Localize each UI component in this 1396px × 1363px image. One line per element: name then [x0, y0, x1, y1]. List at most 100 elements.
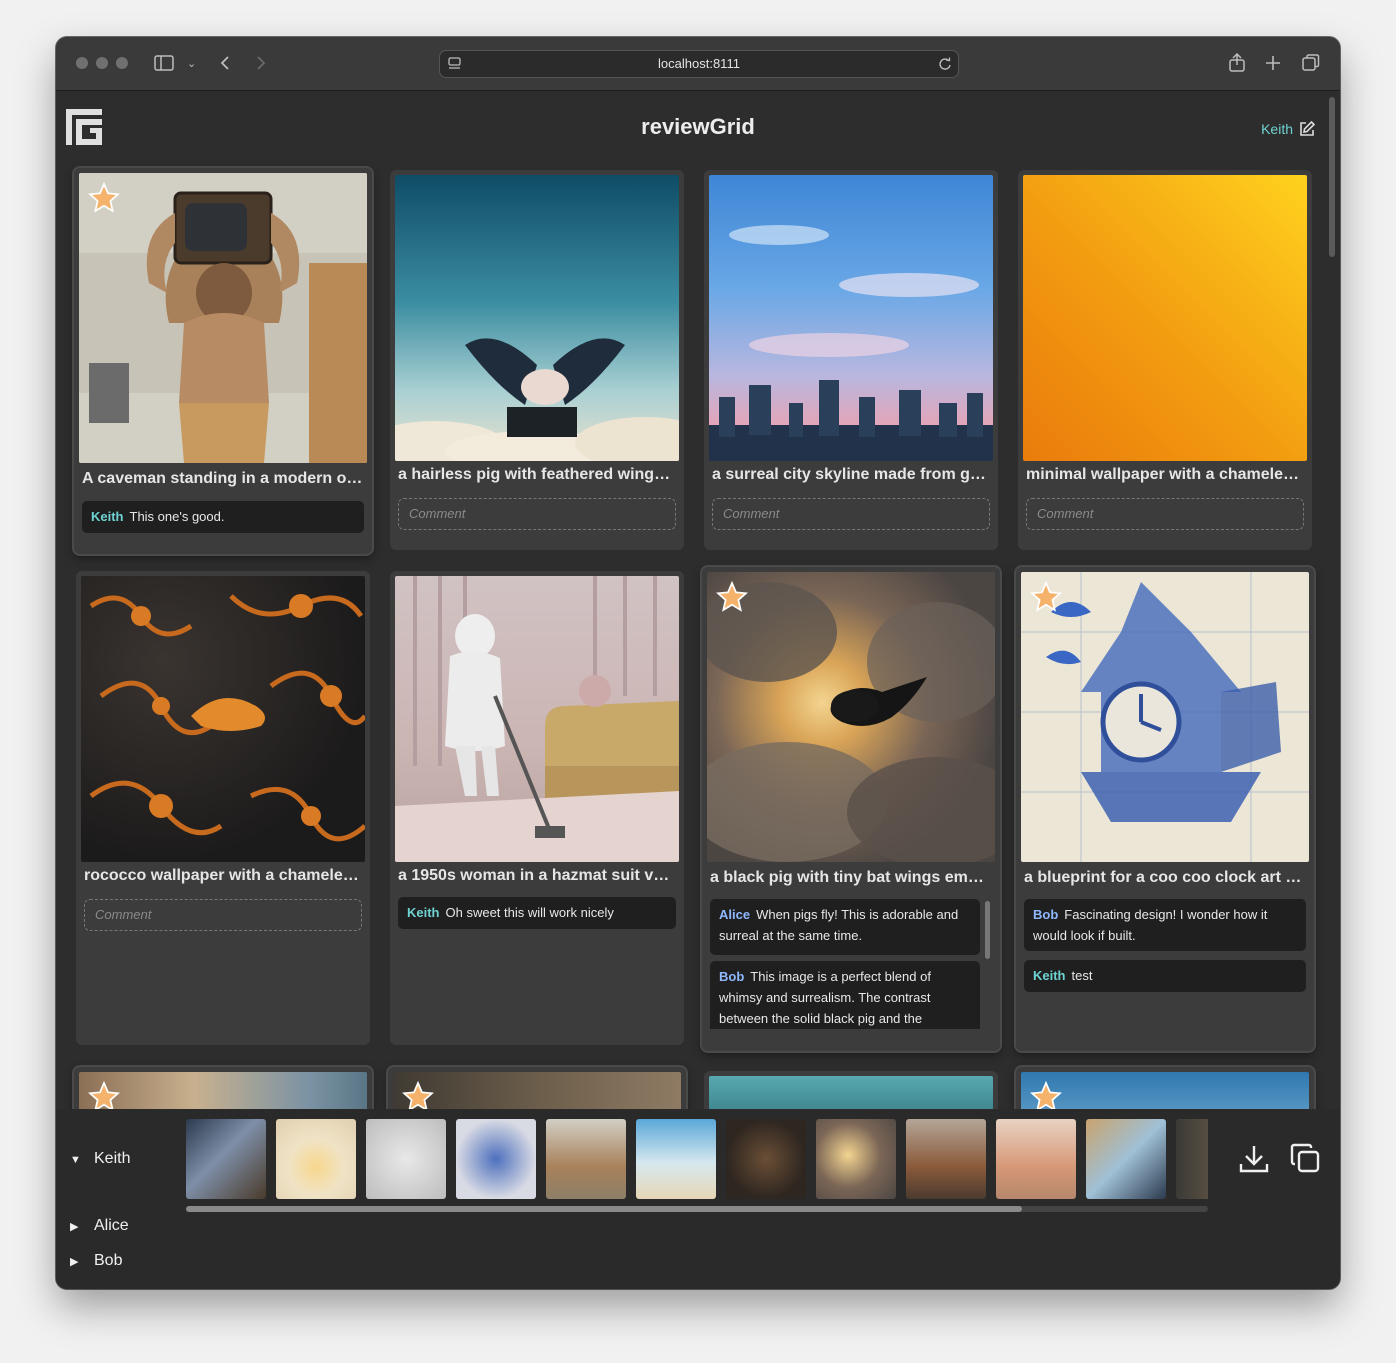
caret-right-icon[interactable]: ▶: [70, 1255, 94, 1268]
image-card[interactable]: a black pig with tiny bat wings emerging…: [702, 567, 1000, 1051]
url-text: localhost:8111: [658, 56, 740, 71]
favorite-thumbnail[interactable]: [186, 1119, 266, 1199]
card-caption: a 1950s woman in a hazmat suit vacuuming…: [398, 867, 676, 884]
chevron-down-icon[interactable]: ⌄: [187, 55, 196, 73]
favorite-thumbnail[interactable]: [276, 1119, 356, 1199]
comment: Bob This image is a perfect blend of whim…: [710, 961, 980, 1029]
comment-input[interactable]: Comment: [398, 498, 676, 530]
user-row-keith[interactable]: ▼ Keith: [70, 1150, 130, 1168]
image-card[interactable]: A caveman standing in a modern office ho…: [74, 168, 372, 554]
close-window-button[interactable]: [76, 57, 88, 69]
star-icon[interactable]: [1030, 581, 1062, 613]
browser-window: ⌄ localhost:8111 reviewGrid Keith A cave…: [56, 37, 1340, 1289]
comment-text: When pigs fly! This is adorable and surr…: [719, 907, 959, 943]
card-caption: a surreal city skyline made from giant r…: [712, 466, 990, 483]
edit-icon[interactable]: [1298, 120, 1316, 138]
favorite-thumbnail[interactable]: [996, 1119, 1076, 1199]
user-row-bob[interactable]: ▶ Bob: [70, 1252, 122, 1270]
caret-right-icon[interactable]: ▶: [70, 1220, 94, 1233]
tab-overview-icon[interactable]: [1302, 54, 1320, 72]
favorite-thumbnail[interactable]: [1086, 1119, 1166, 1199]
address-bar[interactable]: localhost:8111: [439, 50, 959, 78]
image-card[interactable]: a surreal city skyline made from giant r…: [704, 170, 998, 550]
comment: Keith Oh sweet this will work nicely: [398, 897, 676, 929]
user-name: Keith: [94, 1150, 131, 1167]
reload-icon[interactable]: [938, 57, 952, 71]
app-content: reviewGrid Keith A caveman standing in a…: [56, 91, 1340, 1289]
card-image[interactable]: [395, 576, 679, 862]
favorite-thumbnail[interactable]: [816, 1119, 896, 1199]
favorite-thumbnail[interactable]: [366, 1119, 446, 1199]
card-caption: A caveman standing in a modern office ho…: [82, 470, 364, 487]
caveman-image: [79, 173, 367, 463]
browser-toolbar: ⌄ localhost:8111: [56, 37, 1340, 91]
card-caption: a blueprint for a coo coo clock art piec…: [1024, 869, 1306, 886]
comment-input[interactable]: Comment: [1026, 498, 1304, 530]
comment: Keith This one's good.: [82, 501, 364, 533]
minimize-window-button[interactable]: [96, 57, 108, 69]
card-image[interactable]: [1023, 175, 1307, 461]
current-user-link[interactable]: Keith: [1261, 121, 1293, 137]
forward-icon[interactable]: [255, 55, 267, 71]
comment: Alice When pigs fly! This is adorable and…: [710, 899, 980, 955]
card-caption: minimal wallpaper with a chameleon on a …: [1026, 466, 1304, 483]
image-card[interactable]: a 1950s woman in a hazmat suit vacuuming…: [390, 571, 684, 1045]
sidebar-toggle-icon[interactable]: [154, 55, 174, 71]
winged-pig-image: [395, 338, 679, 461]
blueprint-clock-image: [1021, 572, 1309, 862]
card-caption: rococco wallpaper with a chameleon patte…: [84, 867, 362, 884]
card-image[interactable]: [81, 576, 365, 862]
new-tab-icon[interactable]: [1265, 55, 1281, 71]
comment: Bob Fascinating design! I wonder how it w…: [1024, 899, 1306, 951]
user-row-alice[interactable]: ▶ Alice: [70, 1217, 129, 1235]
app-title: reviewGrid: [641, 114, 755, 139]
card-image[interactable]: [1021, 572, 1309, 862]
star-icon[interactable]: [88, 182, 120, 214]
card-caption: a black pig with tiny bat wings emerging…: [710, 869, 992, 886]
comment-author: Keith: [1033, 968, 1066, 983]
comment-input[interactable]: Comment: [712, 498, 990, 530]
card-image[interactable]: [709, 175, 993, 461]
comment-author: Bob: [719, 969, 745, 984]
user-name: Alice: [94, 1217, 129, 1234]
favorites-strip[interactable]: [186, 1119, 1208, 1199]
favorite-thumbnail[interactable]: [636, 1119, 716, 1199]
favorite-thumbnail[interactable]: [906, 1119, 986, 1199]
image-card[interactable]: minimal wallpaper with a chameleon on a …: [1018, 170, 1312, 550]
favorite-thumbnail[interactable]: [1176, 1119, 1208, 1199]
comment-text: This image is a perfect blend of whimsy …: [719, 969, 931, 1026]
image-card[interactable]: a hairless pig with feathered wings flyi…: [390, 170, 684, 550]
favorites-scrollbar[interactable]: [186, 1206, 1208, 1212]
favorite-thumbnail[interactable]: [456, 1119, 536, 1199]
zoom-window-button[interactable]: [116, 57, 128, 69]
share-icon[interactable]: [1228, 53, 1246, 73]
download-icon[interactable]: [1237, 1142, 1271, 1176]
card-caption: a hairless pig with feathered wings flyi…: [398, 466, 676, 483]
star-icon[interactable]: [716, 581, 748, 613]
user-name: Bob: [94, 1252, 123, 1269]
card-image[interactable]: [79, 173, 367, 463]
card-image[interactable]: [395, 175, 679, 461]
page-scrollbar[interactable]: [1329, 97, 1335, 257]
comment-author: Alice: [719, 907, 751, 922]
comment-input[interactable]: Comment: [84, 899, 362, 931]
comments-scrollbar[interactable]: [985, 901, 990, 959]
card-image[interactable]: [707, 572, 995, 862]
favorite-thumbnail[interactable]: [546, 1119, 626, 1199]
favorites-scrollbar-thumb[interactable]: [186, 1206, 1022, 1212]
image-card[interactable]: a blueprint for a coo coo clock art piec…: [1016, 567, 1314, 1051]
comment-text: Oh sweet this will work nicely: [445, 905, 614, 920]
comment-text: test: [1071, 968, 1093, 983]
rococo-chameleon-image: [89, 594, 365, 842]
favorite-thumbnail[interactable]: [726, 1119, 806, 1199]
comments-list[interactable]: Alice When pigs fly! This is adorable and…: [710, 899, 992, 1029]
copy-icon[interactable]: [1289, 1142, 1323, 1176]
caret-down-icon[interactable]: ▼: [70, 1154, 94, 1166]
comment-author: Bob: [1033, 907, 1059, 922]
comment: Keith test: [1024, 960, 1306, 992]
comment-author: Keith: [407, 905, 440, 920]
comment-text: This one's good.: [129, 509, 225, 524]
comment-text: Fascinating design! I wonder how it woul…: [1033, 907, 1268, 943]
image-card[interactable]: rococco wallpaper with a chameleon patte…: [76, 571, 370, 1045]
back-icon[interactable]: [219, 55, 231, 71]
